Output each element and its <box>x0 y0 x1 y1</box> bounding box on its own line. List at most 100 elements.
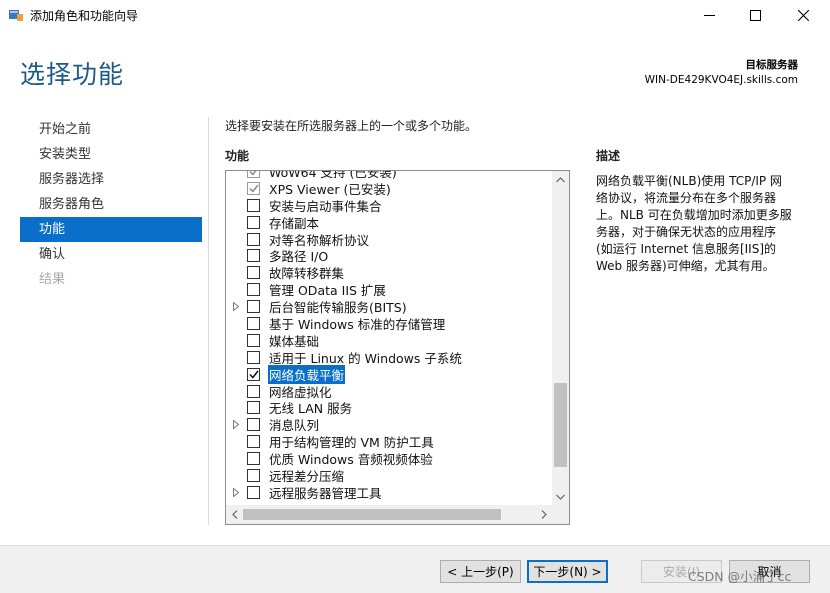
nav-item-confirm[interactable]: 确认 <box>20 242 202 267</box>
expand-spacer <box>226 197 245 213</box>
feature-checkbox[interactable] <box>247 485 260 499</box>
feature-row[interactable]: 远程差分压缩 <box>226 467 552 484</box>
expand-spacer <box>226 180 245 196</box>
feature-row[interactable]: 对等名称解析协议 <box>226 231 552 248</box>
feature-checkbox[interactable] <box>247 266 260 280</box>
page-title: 选择功能 <box>20 60 125 89</box>
feature-checkbox[interactable] <box>247 215 260 229</box>
features-list[interactable]: WoW64 支持 (已安装) XPS Viewer (已安装) 安装与启动事件集合存… <box>225 170 570 525</box>
feature-row[interactable]: 消息队列 <box>226 416 552 433</box>
expand-spacer <box>226 332 245 348</box>
vertical-scrollbar[interactable] <box>552 171 569 505</box>
feature-row[interactable]: 多路径 I/O <box>226 247 552 264</box>
expand-spacer <box>226 434 245 450</box>
expand-spacer <box>226 349 245 365</box>
feature-row[interactable]: 网络虚拟化 <box>226 383 552 400</box>
feature-checkbox[interactable] <box>247 435 260 449</box>
minimize-icon <box>703 10 715 21</box>
feature-row[interactable]: 管理 OData IIS 扩展 <box>226 281 552 298</box>
feature-row[interactable]: XPS Viewer (已安装) <box>226 180 552 197</box>
expand-spacer <box>226 451 245 467</box>
feature-checkbox[interactable] <box>247 350 260 364</box>
feature-checkbox[interactable] <box>247 198 260 212</box>
expand-arrow-icon[interactable] <box>226 484 245 500</box>
feature-row[interactable]: 后台智能传输服务(BITS) <box>226 298 552 315</box>
feature-checkbox[interactable] <box>247 452 260 466</box>
feature-row[interactable]: 网络负载平衡 <box>226 364 552 384</box>
expand-spacer <box>226 248 245 264</box>
watermark: CSDN @小浦丁cc <box>688 569 792 584</box>
feature-checkbox[interactable] <box>247 468 260 482</box>
features-rows: WoW64 支持 (已安装) XPS Viewer (已安装) 安装与启动事件集合存… <box>226 171 552 501</box>
nav-item-features[interactable]: 功能 <box>20 217 202 242</box>
target-server-label: 目标服务器 <box>745 59 799 71</box>
nav-item-server-select[interactable]: 服务器选择 <box>20 167 202 192</box>
feature-row[interactable]: 远程服务器管理工具 <box>226 484 552 501</box>
horizontal-scroll-thumb[interactable] <box>243 509 501 520</box>
checkmark-icon <box>248 171 259 176</box>
feature-checkbox[interactable] <box>247 300 260 314</box>
feature-checkbox[interactable] <box>247 316 260 330</box>
close-icon <box>797 10 809 21</box>
title-bar: 添加角色和功能向导 <box>0 0 830 31</box>
feature-checkbox[interactable] <box>247 367 260 381</box>
nav-item-before-begin[interactable]: 开始之前 <box>20 117 202 142</box>
scrollbar-corner <box>552 505 569 524</box>
feature-row[interactable]: 存储副本 <box>226 214 552 231</box>
server-manager-icon <box>8 8 24 22</box>
close-button[interactable] <box>780 0 826 31</box>
intro-text: 选择要安装在所选服务器上的一个或多个功能。 <box>225 119 478 133</box>
expand-arrow-icon[interactable] <box>226 417 245 433</box>
features-heading: 功能 <box>225 149 250 163</box>
expand-spacer <box>226 315 245 331</box>
nav-divider <box>208 117 209 525</box>
scroll-left-icon[interactable] <box>226 506 243 523</box>
feature-label[interactable]: 远程服务器管理工具 <box>268 483 383 502</box>
expand-spacer <box>226 282 245 298</box>
feature-row[interactable]: 媒体基础 <box>226 332 552 349</box>
feature-row[interactable]: 用于结构管理的 VM 防护工具 <box>226 433 552 450</box>
feature-row[interactable]: 优质 Windows 音频视频体验 <box>226 450 552 467</box>
vertical-scroll-thumb[interactable] <box>554 383 567 467</box>
feature-checkbox[interactable] <box>247 418 260 432</box>
expand-arrow-icon[interactable] <box>226 299 245 315</box>
target-server-name: WIN-DE429KVO4EJ.skills.com <box>644 74 798 86</box>
maximize-button[interactable] <box>732 0 778 31</box>
scroll-down-icon[interactable] <box>552 488 569 505</box>
window-title: 添加角色和功能向导 <box>30 9 139 23</box>
next-button[interactable]: 下一步(N) > <box>527 560 608 583</box>
feature-checkbox[interactable] <box>247 401 260 415</box>
feature-row[interactable]: 适用于 Linux 的 Windows 子系统 <box>226 349 552 366</box>
checkmark-icon <box>248 370 259 379</box>
expand-spacer <box>226 231 245 247</box>
feature-checkbox[interactable] <box>247 232 260 246</box>
wizard-nav: 开始之前 安装类型 服务器选择 服务器角色 功能 确认 结果 <box>20 117 202 292</box>
nav-item-results: 结果 <box>39 272 66 287</box>
expand-spacer <box>226 400 245 416</box>
nav-item-install-type[interactable]: 安装类型 <box>20 142 202 167</box>
scroll-up-icon[interactable] <box>552 171 569 188</box>
horizontal-scrollbar[interactable] <box>226 505 552 524</box>
feature-row[interactable]: 安装与启动事件集合 <box>226 197 552 214</box>
feature-row[interactable]: 故障转移群集 <box>226 264 552 281</box>
nav-item-server-roles[interactable]: 服务器角色 <box>20 192 202 217</box>
feature-checkbox[interactable] <box>247 333 260 347</box>
previous-button[interactable]: < 上一步(P) <box>440 560 521 583</box>
target-server: 目标服务器 WIN-DE429KVO4EJ.skills.com <box>645 58 798 88</box>
scroll-right-icon[interactable] <box>535 506 552 523</box>
expand-spacer <box>226 214 245 230</box>
maximize-icon <box>749 10 761 21</box>
feature-checkbox[interactable] <box>247 384 260 398</box>
checkmark-icon <box>248 184 259 193</box>
expand-spacer <box>226 383 245 399</box>
minimize-button[interactable] <box>686 0 732 31</box>
features-viewport: WoW64 支持 (已安装) XPS Viewer (已安装) 安装与启动事件集合存… <box>226 171 552 505</box>
expand-spacer <box>226 265 245 281</box>
feature-row[interactable]: 基于 Windows 标准的存储管理 <box>226 315 552 332</box>
feature-checkbox[interactable] <box>247 283 260 297</box>
feature-checkbox[interactable] <box>247 249 260 263</box>
feature-checkbox <box>247 181 260 195</box>
feature-row[interactable]: 无线 LAN 服务 <box>226 399 552 416</box>
description-heading: 描述 <box>596 149 621 163</box>
feature-checkbox <box>247 171 260 178</box>
